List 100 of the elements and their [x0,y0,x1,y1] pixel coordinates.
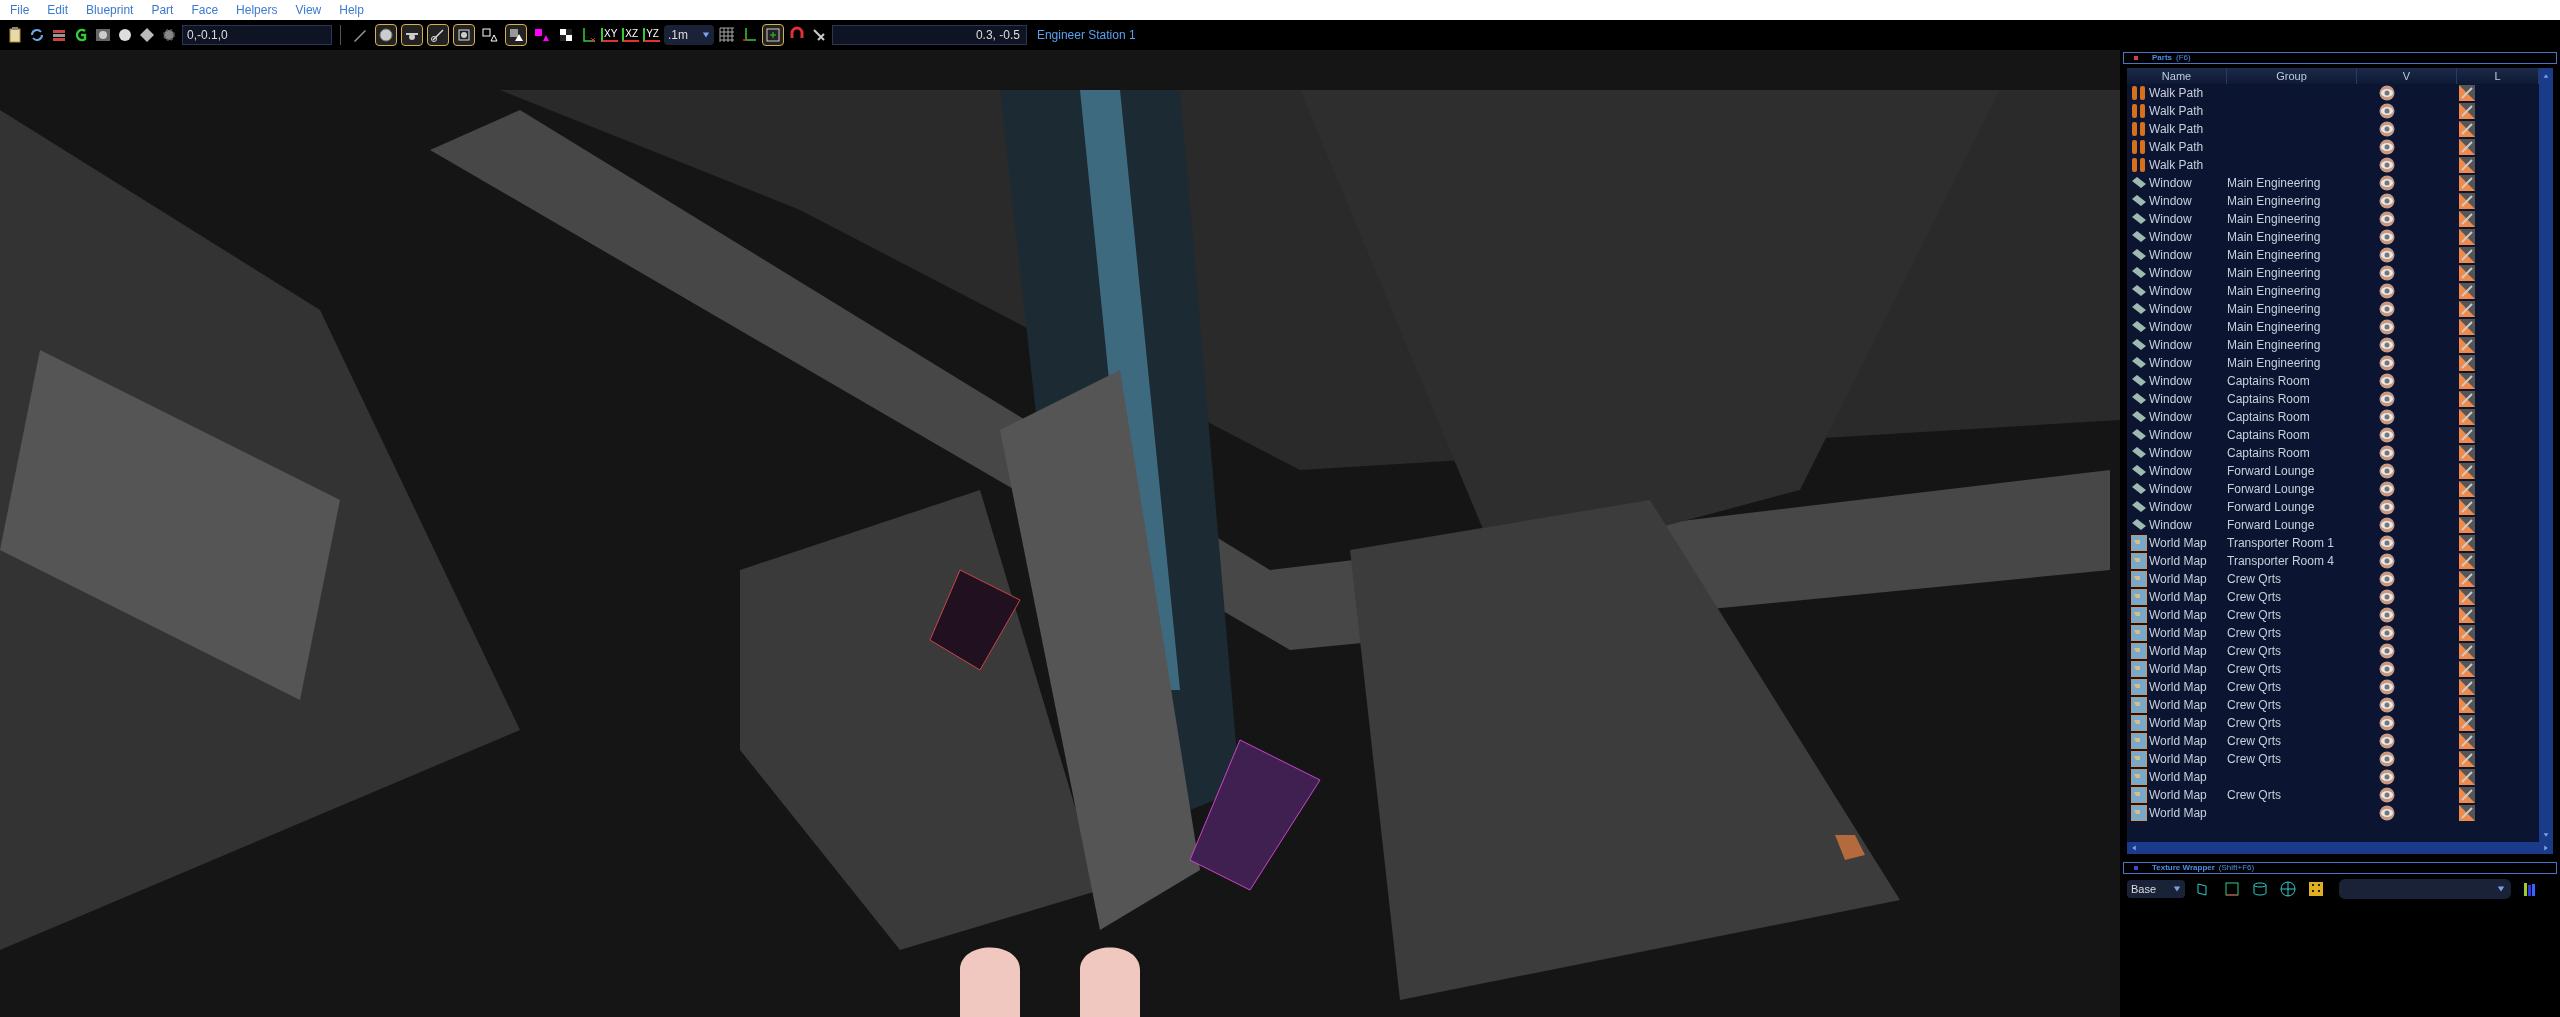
part-row[interactable]: World Map Crew Qrts [2127,660,2539,678]
planar-wrap-icon[interactable] [2223,880,2241,898]
part-row[interactable]: Window Captains Room [2127,444,2539,462]
lock-toggle-icon[interactable] [2459,247,2475,263]
lock-toggle-icon[interactable] [2459,229,2475,245]
part-row[interactable]: World Map Crew Qrts [2127,678,2539,696]
part-row[interactable]: Window Forward Lounge [2127,480,2539,498]
part-row[interactable]: World Map Transporter Room 4 [2127,552,2539,570]
lock-toggle-icon[interactable] [2459,805,2475,821]
lock-toggle-icon[interactable] [2459,481,2475,497]
column-header[interactable]: Group [2227,68,2357,84]
part-row[interactable]: Walk Path [2127,102,2539,120]
lock-toggle-icon[interactable] [2459,463,2475,479]
menu-item[interactable]: Edit [47,1,69,19]
lock-toggle-icon[interactable] [2459,517,2475,533]
lock-toggle-icon[interactable] [2459,661,2475,677]
part-row[interactable]: Window Main Engineering [2127,210,2539,228]
lock-toggle-icon[interactable] [2459,391,2475,407]
lock-toggle-icon[interactable] [2459,553,2475,569]
gear-icon[interactable] [160,26,178,44]
part-row[interactable]: World Map [2127,804,2539,822]
menu-item[interactable]: File [10,1,30,19]
part-row[interactable]: Window Main Engineering [2127,174,2539,192]
layer-dropdown[interactable]: Base [2127,880,2185,898]
lock-toggle-icon[interactable] [2459,103,2475,119]
horizontal-scrollbar[interactable] [2127,842,2553,854]
dropdown-caret-icon[interactable] [2497,885,2505,893]
scroll-left-icon[interactable] [2131,845,2137,851]
lock-toggle-icon[interactable] [2459,319,2475,335]
lock-toggle-icon[interactable] [2459,175,2475,191]
part-row[interactable]: World Map Crew Qrts [2127,714,2539,732]
part-row[interactable]: World Map Crew Qrts [2127,750,2539,768]
lock-toggle-icon[interactable] [2459,787,2475,803]
axis-plane-button[interactable]: XZ [622,28,640,42]
lock-toggle-icon[interactable] [2459,355,2475,371]
part-row[interactable]: World Map Crew Qrts [2127,786,2539,804]
lock-toggle-icon[interactable] [2459,697,2475,713]
lock-toggle-icon[interactable] [2459,157,2475,173]
circle-icon[interactable] [116,26,134,44]
lock-toggle-icon[interactable] [2459,445,2475,461]
lock-toggle-icon[interactable] [2459,643,2475,659]
clipboard-icon[interactable] [6,26,24,44]
part-row[interactable]: World Map Crew Qrts [2127,570,2539,588]
lock-toggle-icon[interactable] [2459,265,2475,281]
part-row[interactable]: Window Main Engineering [2127,336,2539,354]
sphere-wrap-icon[interactable] [2279,880,2297,898]
axis-plane-button[interactable]: XY [601,28,619,42]
lock-toggle-icon[interactable] [2459,679,2475,695]
part-row[interactable]: Window Main Engineering [2127,282,2539,300]
refresh-icon[interactable] [28,26,46,44]
part-row[interactable]: Window Captains Room [2127,372,2539,390]
part-row[interactable]: World Map Crew Qrts [2127,696,2539,714]
lock-toggle-icon[interactable] [2459,625,2475,641]
part-row[interactable]: Window Main Engineering [2127,264,2539,282]
menu-item[interactable]: Blueprint [86,1,134,19]
part-row[interactable]: Window Forward Lounge [2127,498,2539,516]
checker-icon[interactable] [557,26,575,44]
part-row[interactable]: World Map Transporter Room 1 [2127,534,2539,552]
menu-item[interactable]: Face [191,1,219,19]
lock-toggle-icon[interactable] [2459,301,2475,317]
cylinder-wrap-icon[interactable] [2251,880,2269,898]
column-header[interactable]: L [2457,68,2539,84]
part-row[interactable]: Walk Path [2127,84,2539,102]
part-row[interactable]: World Map [2127,768,2539,786]
grid-icon[interactable] [717,26,736,44]
part-row[interactable]: Window Captains Room [2127,408,2539,426]
lock-toggle-icon[interactable] [2459,409,2475,425]
part-row[interactable]: World Map Crew Qrts [2127,732,2539,750]
lock-toggle-icon[interactable] [2459,499,2475,515]
lock-toggle-icon[interactable] [2459,571,2475,587]
lock-toggle-icon[interactable] [2459,769,2475,785]
lock-toggle-icon[interactable] [2459,733,2475,749]
part-row[interactable]: Walk Path [2127,120,2539,138]
texture-grid-icon[interactable] [2307,880,2325,898]
lock-toggle-icon[interactable] [2459,607,2475,623]
part-row[interactable]: World Map Crew Qrts [2127,606,2539,624]
part-row[interactable]: World Map Crew Qrts [2127,624,2539,642]
part-row[interactable]: Window Captains Room [2127,390,2539,408]
lock-toggle-icon[interactable] [2459,337,2475,353]
lock-toggle-icon[interactable] [2459,751,2475,767]
part-row[interactable]: Window Main Engineering [2127,300,2539,318]
part-row[interactable]: Window Forward Lounge [2127,516,2539,534]
diamond-icon[interactable] [138,26,156,44]
part-row[interactable]: Window Main Engineering [2127,192,2539,210]
part-row[interactable]: Walk Path [2127,138,2539,156]
scroll-down-icon[interactable] [2543,832,2549,838]
axis-plane-button[interactable]: YZ [643,28,660,42]
scroll-right-icon[interactable] [2543,845,2549,851]
dropdown-caret-icon[interactable] [2173,885,2181,893]
part-row[interactable]: World Map Crew Qrts [2127,588,2539,606]
lock-toggle-icon[interactable] [2459,427,2475,443]
position-field[interactable]: 0,-0.1,0 [182,25,332,45]
column-header[interactable]: Name [2127,68,2227,84]
part-row[interactable]: World Map Crew Qrts [2127,642,2539,660]
lock-toggle-icon[interactable] [2459,193,2475,209]
lock-toggle-icon[interactable] [2459,85,2475,101]
lock-toggle-icon[interactable] [2459,715,2475,731]
lock-toggle-icon[interactable] [2459,535,2475,551]
lock-toggle-icon[interactable] [2459,211,2475,227]
column-header[interactable]: V [2357,68,2457,84]
